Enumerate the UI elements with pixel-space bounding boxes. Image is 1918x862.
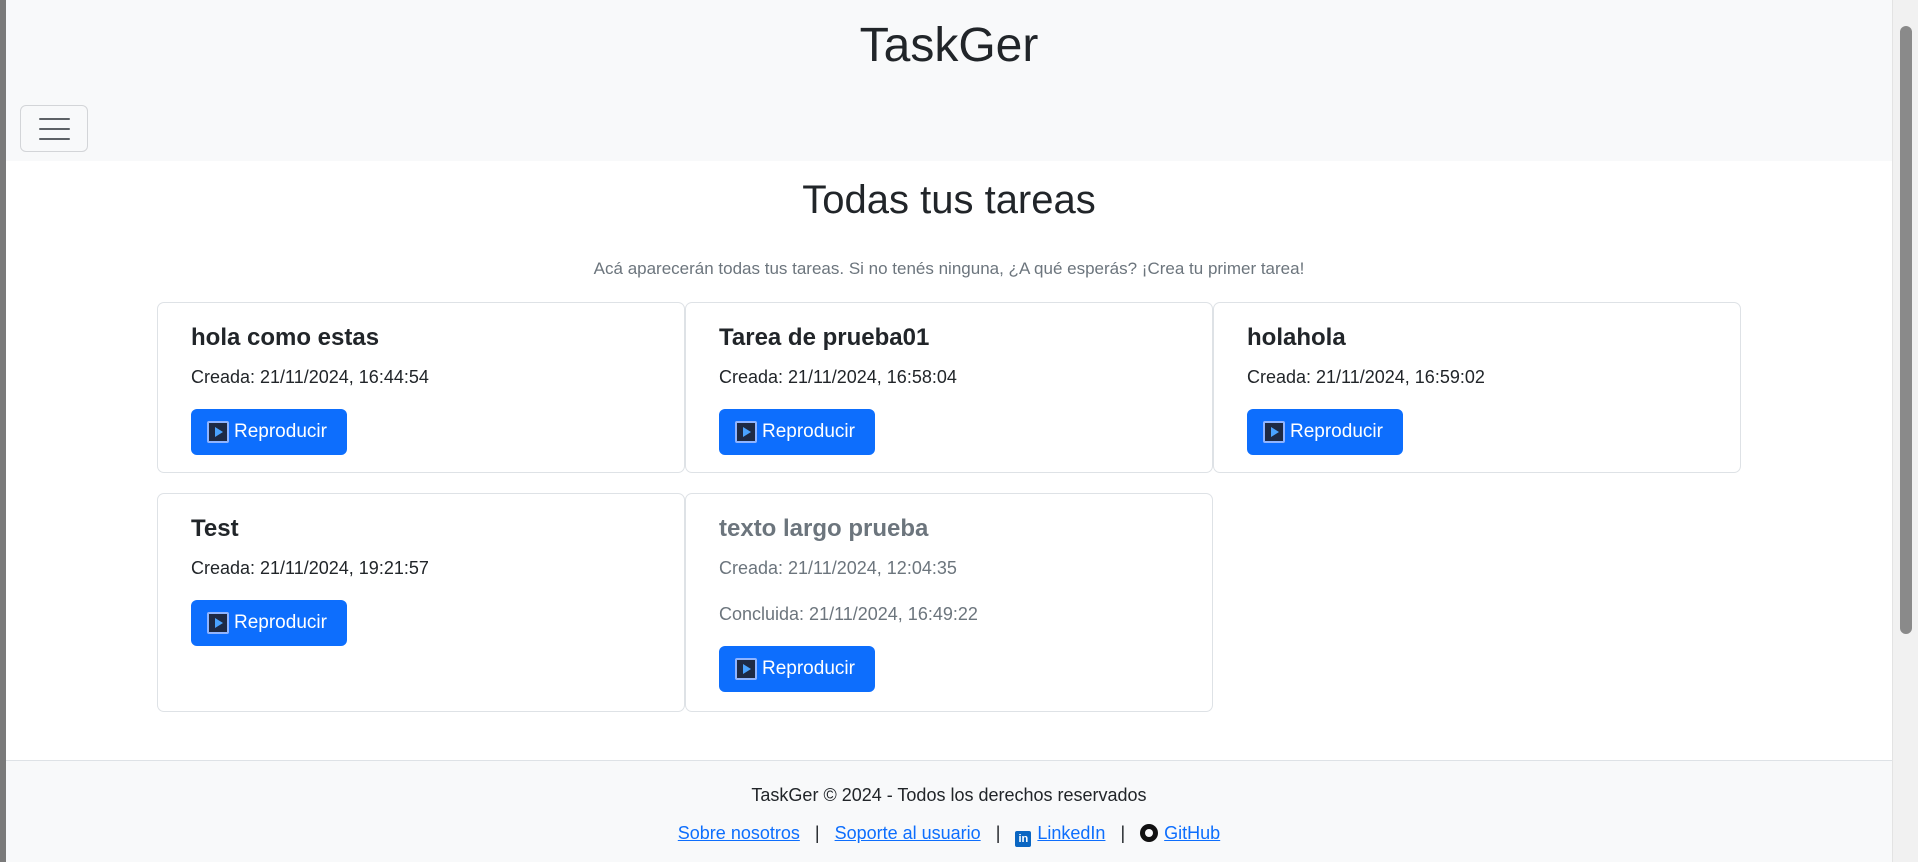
linkedin-icon: in bbox=[1015, 831, 1032, 847]
support-link[interactable]: Soporte al usuario bbox=[835, 823, 981, 843]
task-card-completed: texto largo prueba Creada: 21/11/2024, 1… bbox=[685, 493, 1213, 712]
footer: TaskGer © 2024 - Todos los derechos rese… bbox=[6, 760, 1892, 862]
task-completed-date: Concluida: 21/11/2024, 16:49:22 bbox=[719, 604, 978, 624]
hamburger-icon-line bbox=[38, 117, 70, 120]
task-created-date: Creada: 21/11/2024, 16:59:02 bbox=[1247, 367, 1485, 387]
link-separator: | bbox=[814, 823, 820, 843]
link-separator: | bbox=[995, 823, 1001, 843]
play-button-label: Reproducir bbox=[1290, 421, 1383, 442]
page-subtitle: Acá aparecerán todas tus tareas. Si no t… bbox=[593, 259, 1305, 278]
hamburger-icon-line bbox=[38, 137, 70, 140]
play-icon bbox=[1263, 421, 1285, 443]
play-button-label: Reproducir bbox=[762, 421, 855, 442]
play-button[interactable]: Reproducir bbox=[191, 409, 347, 455]
link-separator: | bbox=[1120, 823, 1126, 843]
play-button-label: Reproducir bbox=[234, 421, 327, 442]
play-button[interactable]: Reproducir bbox=[191, 600, 347, 646]
task-title: hola como estas bbox=[191, 324, 380, 351]
vertical-scrollbar[interactable] bbox=[1892, 0, 1918, 862]
footer-links: Sobre nosotros | Soporte al usuario | in… bbox=[6, 823, 1892, 847]
menu-toggle-button[interactable] bbox=[20, 105, 88, 152]
play-button-label: Reproducir bbox=[234, 612, 327, 633]
app-title: TaskGer bbox=[859, 19, 1039, 72]
footer-copyright: TaskGer © 2024 - Todos los derechos rese… bbox=[751, 785, 1147, 805]
play-button[interactable]: Reproducir bbox=[719, 646, 875, 692]
play-icon bbox=[735, 658, 757, 680]
about-link[interactable]: Sobre nosotros bbox=[678, 823, 800, 843]
play-icon bbox=[735, 421, 757, 443]
github-icon bbox=[1140, 824, 1159, 842]
page-viewport: TaskGer Todas tus tareas Acá aparecerán … bbox=[6, 0, 1892, 862]
task-card: Tarea de prueba01 Creada: 21/11/2024, 16… bbox=[685, 302, 1213, 473]
task-title: Test bbox=[191, 515, 239, 542]
play-button-label: Reproducir bbox=[762, 658, 855, 679]
play-icon bbox=[207, 421, 229, 443]
navbar: TaskGer bbox=[6, 0, 1892, 161]
task-created-date: Creada: 21/11/2024, 19:21:57 bbox=[191, 558, 429, 578]
task-card: Test Creada: 21/11/2024, 19:21:57 Reprod… bbox=[157, 493, 685, 712]
play-button[interactable]: Reproducir bbox=[719, 409, 875, 455]
play-icon bbox=[207, 612, 229, 634]
task-title: holahola bbox=[1247, 324, 1346, 351]
task-created-date: Creada: 21/11/2024, 16:44:54 bbox=[191, 367, 429, 387]
task-created-date: Creada: 21/11/2024, 12:04:35 bbox=[719, 558, 957, 578]
linkedin-link[interactable]: LinkedIn bbox=[1037, 823, 1105, 843]
task-title: texto largo prueba bbox=[719, 515, 929, 542]
play-button[interactable]: Reproducir bbox=[1247, 409, 1403, 455]
task-card: hola como estas Creada: 21/11/2024, 16:4… bbox=[157, 302, 685, 473]
scrollbar-thumb[interactable] bbox=[1900, 26, 1912, 634]
github-link[interactable]: GitHub bbox=[1164, 823, 1220, 843]
page-title: Todas tus tareas bbox=[802, 178, 1096, 222]
hamburger-icon-line bbox=[38, 127, 70, 130]
task-title: Tarea de prueba01 bbox=[719, 324, 930, 351]
task-created-date: Creada: 21/11/2024, 16:58:04 bbox=[719, 367, 957, 387]
task-card: holahola Creada: 21/11/2024, 16:59:02 Re… bbox=[1213, 302, 1741, 473]
